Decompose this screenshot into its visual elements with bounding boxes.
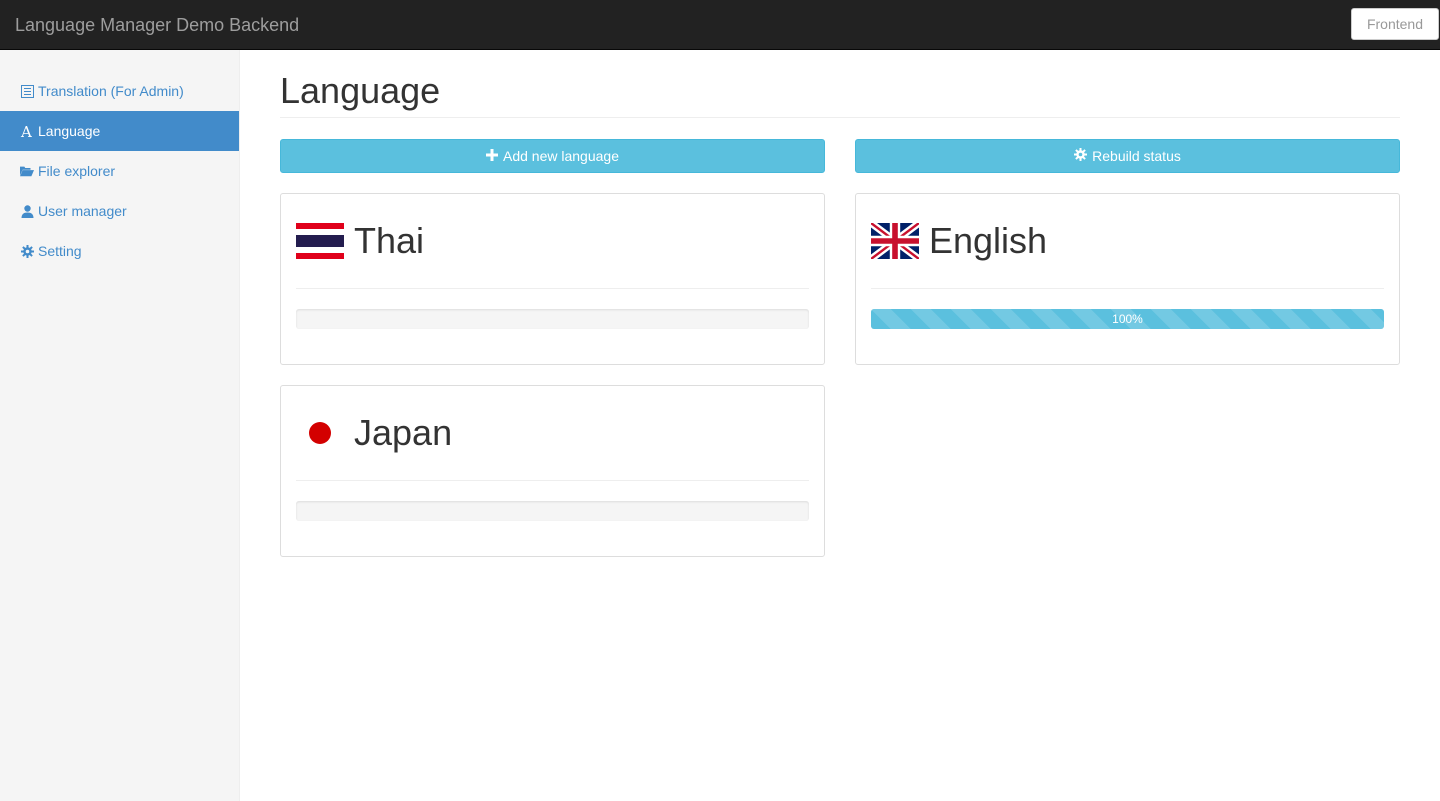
add-language-label: Add new language: [503, 148, 619, 164]
page-title: Language: [280, 70, 1400, 118]
translation-progress: [296, 309, 809, 329]
language-card-japan[interactable]: Japan: [280, 385, 825, 557]
app-brand[interactable]: Language Manager Demo Backend: [15, 0, 299, 50]
main-content: Language Add new language Rebuild status…: [280, 50, 1400, 557]
sidebar-item-label: User manager: [38, 203, 127, 219]
language-card-thai[interactable]: Thai: [280, 193, 825, 365]
add-language-button[interactable]: Add new language: [280, 139, 825, 173]
svg-text:A: A: [20, 124, 32, 138]
language-card-header: Japan: [296, 386, 809, 481]
translation-progress: 100%: [871, 309, 1384, 329]
sidebar-item-user-manager[interactable]: User manager: [0, 191, 239, 231]
sidebar-item-file-explorer[interactable]: File explorer: [0, 151, 239, 191]
language-card-english[interactable]: English 100%: [855, 193, 1400, 365]
top-navbar: Language Manager Demo Backend Frontend: [0, 0, 1440, 50]
gear-icon: [20, 244, 34, 258]
font-icon: A: [20, 124, 34, 138]
thailand-flag-icon: [296, 223, 344, 259]
language-name: English: [929, 220, 1048, 261]
sidebar-item-translation[interactable]: Translation (For Admin): [0, 71, 239, 111]
sidebar-item-label: Language: [38, 123, 101, 139]
frontend-button[interactable]: Frontend: [1351, 8, 1439, 40]
sidebar-item-setting[interactable]: Setting: [0, 231, 239, 271]
user-icon: [20, 204, 34, 218]
sidebar: Translation (For Admin) A Language File …: [0, 50, 240, 801]
sidebar-item-label: File explorer: [38, 163, 116, 179]
sidebar-item-label: Setting: [38, 243, 82, 259]
gear-icon: [1074, 140, 1088, 172]
list-icon: [20, 84, 34, 98]
rebuild-status-button[interactable]: Rebuild status: [855, 139, 1400, 173]
folder-open-icon: [20, 164, 34, 178]
translation-progress: [296, 501, 809, 521]
sidebar-item-language[interactable]: A Language: [0, 111, 239, 151]
sidebar-item-label: Translation (For Admin): [38, 83, 184, 99]
progress-bar: 100%: [871, 309, 1384, 329]
language-card-header: English: [871, 194, 1384, 289]
japan-flag-icon: [296, 415, 344, 451]
language-name: Thai: [354, 220, 425, 261]
uk-flag-icon: [871, 223, 919, 259]
plus-icon: [486, 140, 498, 172]
language-card-header: Thai: [296, 194, 809, 289]
rebuild-status-label: Rebuild status: [1092, 148, 1181, 164]
language-name: Japan: [354, 412, 453, 453]
